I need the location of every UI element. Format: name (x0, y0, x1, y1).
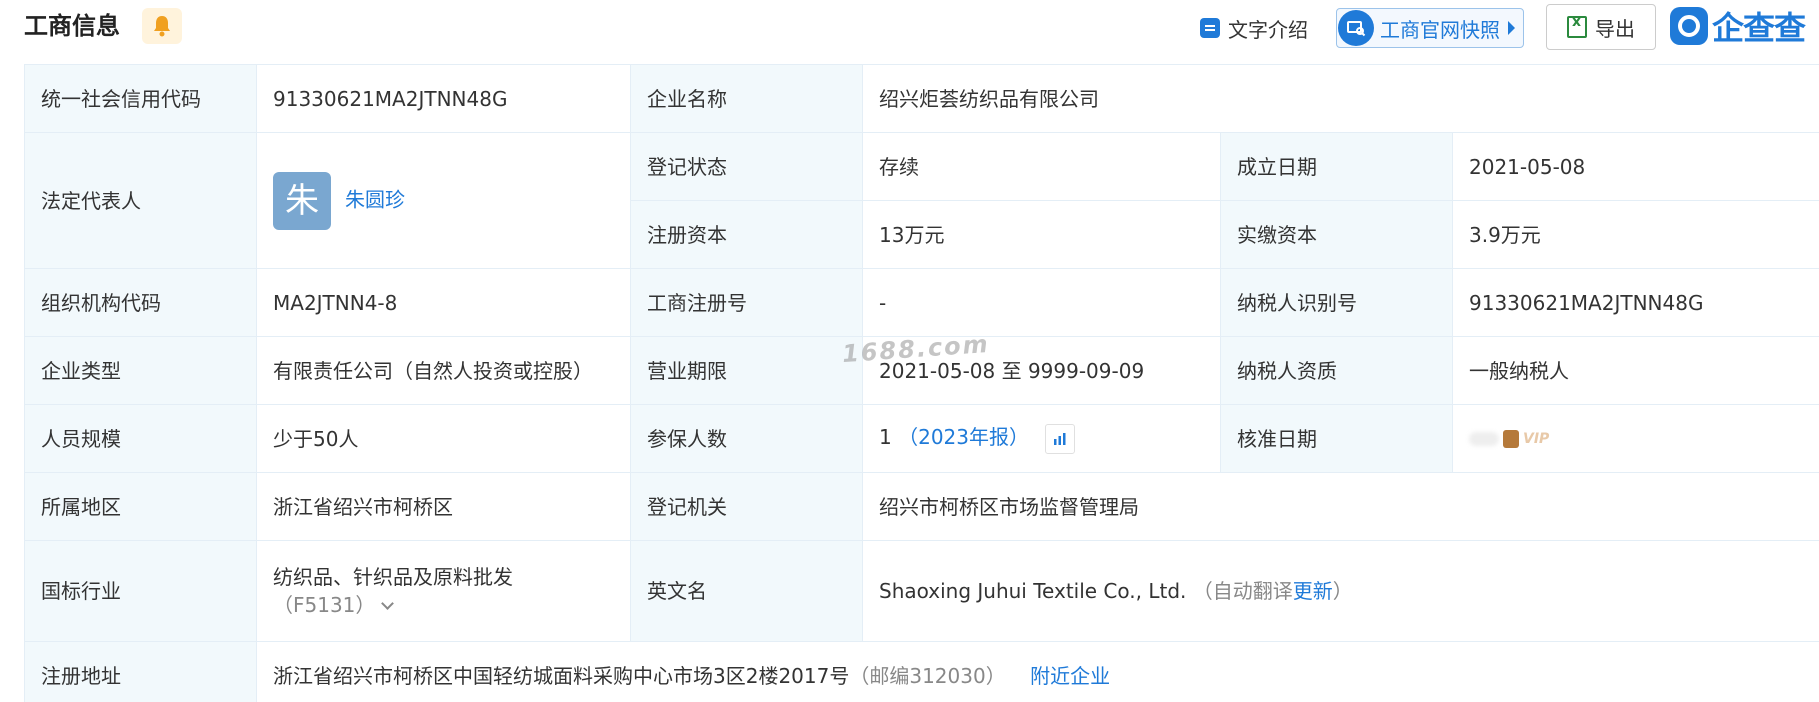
caret-right-icon (1508, 21, 1515, 35)
industry-cell: 纺织品、针织品及原料批发 （F5131） (256, 540, 631, 642)
snapshot-icon (1338, 10, 1374, 46)
biz-term-value: 2021-05-08 至 9999-09-09 (862, 336, 1221, 405)
staff-size-value: 少于50人 (256, 404, 631, 473)
taxpayer-id-value: 91330621MA2JTNN48G (1451, 268, 1819, 337)
section-title: 工商信息 (24, 12, 120, 40)
export-button[interactable]: 导出 (1546, 4, 1656, 50)
company-type-label: 企业类型 (24, 336, 257, 405)
bar-chart-icon (1054, 432, 1066, 445)
english-name-cell: Shaoxing Juhui Textile Co., Ltd. （自动翻译更新… (861, 540, 1819, 642)
credit-code-label: 统一社会信用代码 (24, 64, 257, 133)
industry-code: （F5131） (273, 593, 376, 617)
postcode: （邮编312030） (849, 663, 1006, 688)
address-cell: 浙江省绍兴市柯桥区中国轻纺城面料采购中心市场3区2楼2017号（邮编312030… (255, 641, 1819, 702)
reg-capital-label: 注册资本 (630, 200, 863, 269)
org-code-value: MA2JTNN4-8 (256, 268, 631, 337)
english-name-value: Shaoxing Juhui Textile Co., Ltd. (879, 579, 1187, 603)
table-row: 企业类型 有限责任公司（自然人投资或控股） 营业期限 2021-05-08 至 … (24, 336, 1819, 405)
taxpayer-qual-value: 一般纳税人 (1451, 336, 1819, 405)
trend-chart-button[interactable] (1045, 423, 1076, 454)
qcc-logo-icon (1670, 7, 1708, 45)
credit-code-value: 91330621MA2JTNN48G (256, 64, 631, 133)
insured-label: 参保人数 (630, 404, 863, 473)
reg-capital-value: 13万元 (862, 200, 1221, 269)
reg-status-label: 登记状态 (630, 132, 863, 201)
header: 工商信息 文字介绍 工商官网快照 导出 企查查 (0, 0, 1819, 64)
legal-rep-label: 法定代表人 (24, 132, 257, 269)
table-row: 法定代表人 朱朱圆珍 登记状态 存续 成立日期 2021-05-08 (24, 132, 1819, 269)
excel-icon (1567, 14, 1587, 38)
document-icon (1200, 18, 1220, 38)
address-label: 注册地址 (24, 641, 257, 702)
vip-badge: VIP (1523, 430, 1550, 447)
nearby-companies-link[interactable]: 附近企业 (1030, 664, 1110, 688)
company-name-label: 企业名称 (630, 64, 863, 133)
legal-rep-name-link[interactable]: 朱圆珍 (345, 187, 405, 211)
address-value: 浙江省绍兴市柯桥区中国轻纺城面料采购中心市场3区2楼2017号 (273, 663, 850, 688)
text-intro-label: 文字介绍 (1228, 17, 1308, 42)
export-label: 导出 (1595, 16, 1635, 41)
table-row: 统一社会信用代码 91330621MA2JTNN48G 企业名称 绍兴炬荟纺织品… (24, 64, 1819, 133)
business-info-table: 统一社会信用代码 91330621MA2JTNN48G 企业名称 绍兴炬荟纺织品… (24, 64, 1819, 702)
approval-date-cell: VIP (1451, 404, 1819, 473)
chevron-down-icon (381, 597, 395, 610)
bell-icon (154, 16, 170, 37)
table-row: 所属地区 浙江省绍兴市柯桥区 登记机关 绍兴市柯桥区市场监督管理局 (24, 472, 1819, 541)
bell-button[interactable] (142, 8, 182, 44)
region-label: 所属地区 (24, 472, 257, 541)
industry-value: 纺织品、针织品及原料批发 (273, 565, 513, 589)
company-type-value: 有限责任公司（自然人投资或控股） (256, 336, 631, 405)
staff-size-label: 人员规模 (24, 404, 257, 473)
table-row: 国标行业 纺织品、针织品及原料批发 （F5131） 英文名 Shaoxing J… (24, 540, 1819, 642)
snapshot-button[interactable]: 工商官网快照 (1336, 8, 1524, 48)
english-name-label: 英文名 (630, 540, 863, 642)
biz-term-label: 营业期限 (630, 336, 863, 405)
vip-locked-value[interactable]: VIP (1469, 425, 1549, 453)
reg-authority-value: 绍兴市柯桥区市场监督管理局 (861, 472, 1819, 541)
region-value: 浙江省绍兴市柯桥区 (256, 472, 631, 541)
brand-logo: 企查查 (1670, 4, 1806, 48)
auto-translate-suffix: ） (1332, 579, 1353, 603)
table-row: 注册地址 浙江省绍兴市柯桥区中国轻纺城面料采购中心市场3区2楼2017号（邮编3… (24, 641, 1819, 702)
table-row: 组织机构代码 MA2JTNN4-8 工商注册号 - 纳税人识别号 9133062… (24, 268, 1819, 337)
lock-icon (1503, 429, 1519, 448)
table-row: 人员规模 少于50人 参保人数 1 （2023年报） 核准日期 VIP (24, 404, 1819, 473)
reg-status-value: 存续 (862, 132, 1221, 201)
avatar[interactable]: 朱 (273, 171, 331, 230)
approval-date-label: 核准日期 (1220, 404, 1453, 473)
reg-no-value: - (862, 268, 1221, 337)
found-date-value: 2021-05-08 (1451, 132, 1819, 201)
paid-capital-label: 实缴资本 (1220, 200, 1453, 269)
blurred-value (1469, 431, 1499, 446)
legal-rep-cell: 朱朱圆珍 (256, 132, 631, 269)
reg-authority-label: 登记机关 (630, 472, 863, 541)
paid-capital-value: 3.9万元 (1451, 200, 1819, 269)
update-translation-link[interactable]: 更新 (1293, 579, 1333, 603)
industry-label: 国标行业 (24, 540, 257, 642)
snapshot-label: 工商官网快照 (1380, 17, 1500, 42)
text-intro-button[interactable]: 文字介绍 (1200, 10, 1308, 46)
company-name-value: 绍兴炬荟纺织品有限公司 (861, 64, 1819, 133)
auto-translate-prefix: （自动翻译 (1192, 579, 1293, 603)
brand-name: 企查查 (1712, 9, 1806, 47)
annual-report-link[interactable]: （2023年报） (898, 425, 1029, 449)
reg-no-label: 工商注册号 (630, 268, 863, 337)
insured-value: 1 (879, 425, 892, 450)
found-date-label: 成立日期 (1220, 132, 1453, 201)
org-code-label: 组织机构代码 (24, 268, 257, 337)
insured-cell: 1 （2023年报） (862, 404, 1221, 473)
industry-code-toggle[interactable]: （F5131） (273, 591, 614, 619)
taxpayer-id-label: 纳税人识别号 (1220, 268, 1453, 337)
taxpayer-qual-label: 纳税人资质 (1220, 336, 1453, 405)
